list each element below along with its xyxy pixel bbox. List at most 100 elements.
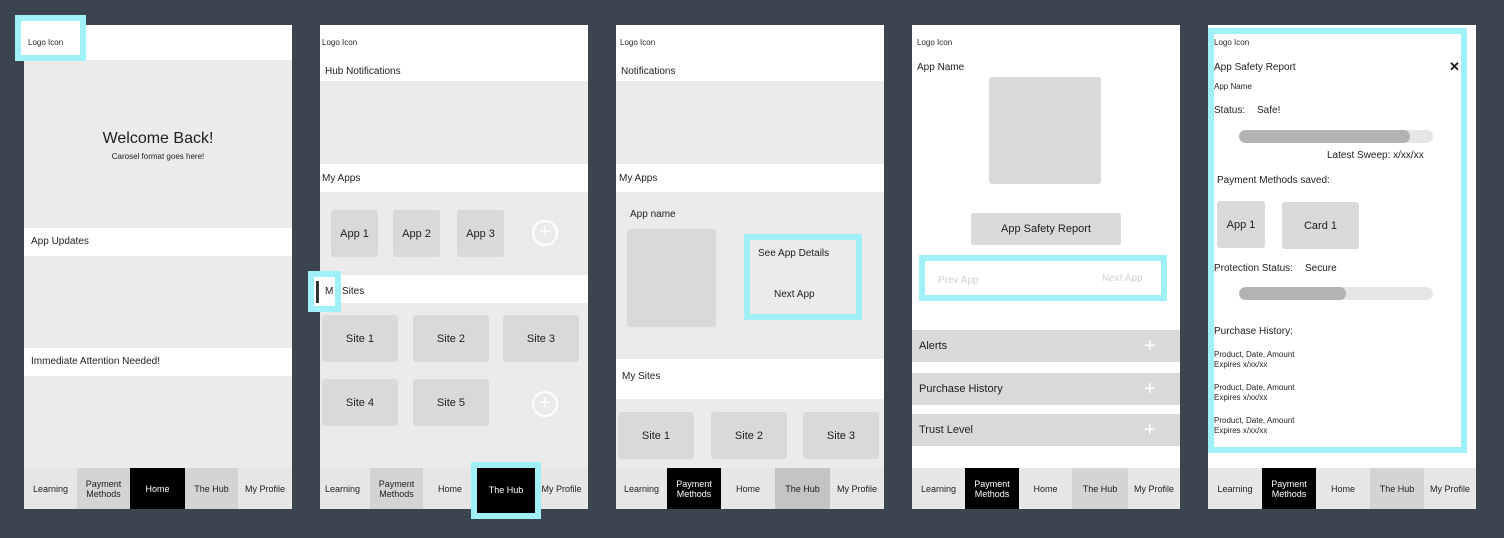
logo-icon[interactable]: Logo Icon: [1214, 38, 1249, 47]
prev-app-button[interactable]: Prev App: [938, 275, 979, 286]
next-app-button[interactable]: Next App: [1102, 273, 1143, 284]
logo-icon[interactable]: Logo Icon: [917, 38, 952, 47]
status-progress-bar: [1239, 130, 1433, 143]
expand-plus-icon[interactable]: +: [1144, 379, 1156, 399]
safety-report-title: App Safety Report: [1214, 62, 1296, 73]
nav-my-profile[interactable]: My Profile: [1424, 468, 1476, 509]
next-app-button[interactable]: Next App: [774, 289, 815, 300]
nav-home[interactable]: Home: [425, 468, 475, 509]
status-value: Safe!: [1257, 105, 1281, 116]
bottom-nav: Learning Payment Methods Home The Hub My…: [1208, 468, 1476, 509]
purchase-item-1: Product, Date, Amount Expires x/xx/xx: [1214, 350, 1295, 370]
nav-the-hub[interactable]: The Hub: [1370, 468, 1424, 509]
nav-payment-methods[interactable]: Payment Methods: [1262, 468, 1316, 509]
app-1-card[interactable]: App 1: [1217, 201, 1265, 248]
nav-payment-methods[interactable]: Payment Methods: [77, 468, 130, 509]
purchase-item-line: Product, Date, Amount: [1214, 416, 1295, 425]
logo-icon[interactable]: Logo Icon: [28, 38, 63, 47]
trust-level-label: Trust Level: [919, 424, 974, 436]
app-1-button[interactable]: App 1: [331, 210, 378, 257]
section-immediate-attention: Immediate Attention Needed!: [31, 356, 160, 367]
logo-icon[interactable]: Logo Icon: [322, 38, 357, 47]
alerts-accordion[interactable]: Alerts +: [912, 330, 1180, 362]
add-site-plus-icon[interactable]: +: [532, 391, 558, 417]
nav-the-hub[interactable]: The Hub: [477, 485, 535, 495]
nav-payment-methods[interactable]: Payment Methods: [370, 468, 423, 509]
protection-status-label: Protection Status:: [1214, 263, 1293, 274]
welcome-subtitle: Carosel format goes here!: [111, 152, 205, 161]
app-name-title: App Name: [917, 62, 965, 73]
purchase-item-3: Product, Date, Amount Expires x/xx/xx: [1214, 416, 1295, 436]
expand-plus-icon[interactable]: +: [1144, 420, 1156, 440]
screen-hub: Logo Icon Hub Notifications My Apps App …: [320, 25, 588, 509]
logo-icon[interactable]: Logo Icon: [620, 38, 655, 47]
text-cursor-icon: [316, 281, 319, 303]
nav-payment-methods[interactable]: Payment Methods: [667, 468, 721, 509]
protection-progress-fill: [1239, 287, 1346, 300]
site-3-button[interactable]: Site 3: [503, 315, 579, 362]
alerts-label: Alerts: [919, 340, 948, 352]
section-my-apps: My Apps: [619, 173, 658, 184]
nav-my-profile[interactable]: My Profile: [1128, 468, 1180, 509]
latest-sweep: Latest Sweep: x/xx/xx: [1327, 150, 1424, 161]
nav-the-hub[interactable]: The Hub: [185, 468, 238, 509]
expand-plus-icon[interactable]: +: [1144, 336, 1156, 356]
nav-payment-methods[interactable]: Payment Methods: [965, 468, 1019, 509]
app-3-button[interactable]: App 3: [457, 210, 504, 257]
purchase-item-expiry: Expires x/xx/xx: [1214, 393, 1268, 402]
status-label: Status:: [1214, 105, 1246, 116]
nav-home[interactable]: Home: [1316, 468, 1370, 509]
nav-learning[interactable]: Learning: [24, 468, 77, 509]
site-1-button[interactable]: Site 1: [618, 412, 694, 459]
nav-home[interactable]: Home: [130, 468, 185, 509]
site-4-button[interactable]: Site 4: [322, 379, 398, 426]
nav-home[interactable]: Home: [1019, 468, 1072, 509]
card-1-card[interactable]: Card 1: [1282, 202, 1359, 249]
nav-learning[interactable]: Learning: [320, 468, 365, 509]
nav-learning[interactable]: Learning: [1208, 468, 1262, 509]
site-1-button[interactable]: Site 1: [322, 315, 398, 362]
bottom-nav: Learning Payment Methods Home The Hub My…: [24, 468, 292, 509]
nav-my-profile[interactable]: My Profile: [238, 468, 292, 509]
nav-the-hub[interactable]: The Hub: [1072, 468, 1128, 509]
nav-learning[interactable]: Learning: [616, 468, 667, 509]
purchase-item-expiry: Expires x/xx/xx: [1214, 360, 1268, 369]
purchase-item-line: Product, Date, Amount: [1214, 350, 1295, 359]
purchase-history-label: Purchase History: [919, 383, 1003, 395]
highlight-app-actions: [744, 234, 862, 320]
app-image-placeholder: [989, 77, 1101, 184]
protection-status-value: Secure: [1305, 263, 1337, 274]
purchase-item-line: Product, Date, Amount: [1214, 383, 1295, 392]
section-my-sites-prefix: M: [325, 286, 334, 297]
site-2-button[interactable]: Site 2: [711, 412, 787, 459]
purchase-item-expiry: Expires x/xx/xx: [1214, 426, 1268, 435]
site-5-button[interactable]: Site 5: [413, 379, 489, 426]
app-updates-area: [24, 256, 292, 348]
purchase-item-2: Product, Date, Amount Expires x/xx/xx: [1214, 383, 1295, 403]
nav-home[interactable]: Home: [721, 468, 775, 509]
site-2-button[interactable]: Site 2: [413, 315, 489, 362]
app-2-button[interactable]: App 2: [393, 210, 440, 257]
payment-methods-saved-label: Payment Methods saved:: [1217, 175, 1330, 186]
app-safety-report-button[interactable]: App Safety Report: [971, 213, 1121, 245]
app-name: App Name: [1214, 82, 1252, 91]
attention-area: [24, 376, 292, 468]
purchase-history-accordion[interactable]: Purchase History +: [912, 373, 1180, 405]
status-progress-fill: [1239, 130, 1410, 143]
nav-the-hub[interactable]: The Hub: [775, 468, 830, 509]
close-icon[interactable]: ✕: [1449, 59, 1460, 75]
see-app-details-button[interactable]: See App Details: [758, 248, 829, 259]
nav-my-profile[interactable]: My Profile: [830, 468, 884, 509]
add-app-plus-icon[interactable]: +: [532, 220, 558, 246]
notifications-area: [616, 81, 884, 164]
site-3-button[interactable]: Site 3: [803, 412, 879, 459]
section-app-updates: App Updates: [31, 236, 89, 247]
screen-home: Welcome Back! Carosel format goes here! …: [24, 25, 292, 509]
trust-level-accordion[interactable]: Trust Level +: [912, 414, 1180, 446]
section-my-sites: My Sites: [622, 371, 661, 382]
section-hub-notifications: Hub Notifications: [325, 66, 401, 77]
bottom-nav: Learning Payment Methods Home The Hub My…: [616, 468, 884, 509]
nav-my-profile[interactable]: My Profile: [535, 468, 588, 509]
nav-learning[interactable]: Learning: [912, 468, 965, 509]
bottom-nav: Learning Payment Methods Home The Hub My…: [912, 468, 1180, 509]
